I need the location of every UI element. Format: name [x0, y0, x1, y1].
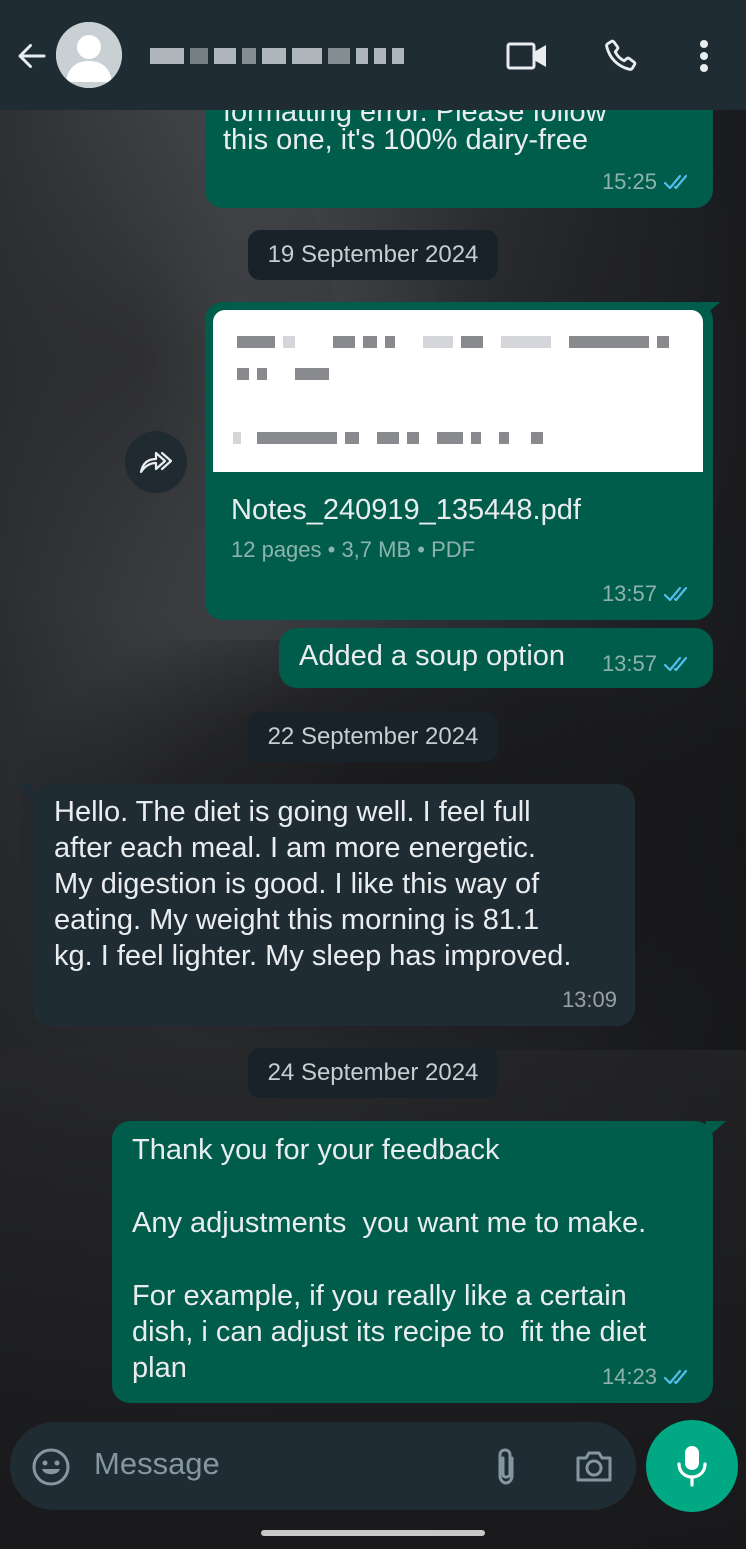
read-receipt-icon — [663, 656, 688, 672]
voice-call-button[interactable] — [598, 34, 642, 78]
default-avatar-icon — [56, 22, 122, 88]
read-receipt-icon — [663, 586, 688, 602]
chat-header — [0, 0, 746, 110]
message-outgoing[interactable]: Thank you for your feedback Any adjustme… — [112, 1121, 713, 1403]
message-input[interactable]: Message — [94, 1446, 220, 1482]
forward-button[interactable] — [125, 431, 187, 493]
message-time: 14:23 — [601, 1364, 657, 1389]
message-line: eating. My weight this morning is 81.1 — [54, 904, 540, 936]
message-outgoing[interactable]: Added a soup option 13:57 — [279, 628, 713, 688]
message-text: this one, it's 100% dairy-free — [223, 124, 588, 156]
message-line: kg. I feel lighter. My sleep has improve… — [54, 940, 572, 972]
message-line: Any adjustments you want me to make. — [132, 1207, 647, 1239]
message-line — [132, 1168, 646, 1205]
message-time: 13:57 — [601, 581, 657, 606]
date-label: 22 September 2024 — [267, 723, 479, 750]
message-composer[interactable]: Message — [10, 1422, 636, 1510]
camera-icon — [576, 1451, 612, 1482]
message-line: My digestion is good. I like this way of — [54, 868, 540, 900]
emoji-button[interactable] — [30, 1446, 72, 1488]
microphone-icon — [677, 1446, 707, 1487]
message-meta: 13:09 — [562, 982, 617, 1018]
document-filename: Notes_240919_135448.pdf — [231, 494, 581, 526]
message-meta: 13:57 — [602, 646, 693, 682]
message-time: 13:57 — [601, 651, 657, 676]
contact-name[interactable] — [150, 40, 470, 72]
avatar[interactable] — [56, 22, 122, 88]
home-indicator[interactable] — [261, 1530, 485, 1536]
message-line: For example, if you really like a certai… — [132, 1280, 627, 1312]
read-receipt-icon — [663, 174, 688, 190]
paperclip-icon — [498, 1448, 514, 1485]
message-line — [132, 1241, 646, 1278]
document-message[interactable]: Notes_240919_135448.pdf 12 pages • 3,7 M… — [205, 302, 713, 620]
message-line: dish, i can adjust its recipe to fit the… — [132, 1316, 647, 1348]
camera-button[interactable] — [574, 1448, 614, 1486]
emoji-icon — [32, 1448, 70, 1486]
date-separator: 24 September 2024 — [248, 1048, 498, 1098]
more-options-button[interactable] — [682, 34, 726, 78]
message-time: 13:09 — [561, 987, 617, 1012]
message-meta: 13:57 — [602, 576, 693, 612]
video-call-icon — [506, 42, 546, 70]
back-button[interactable] — [12, 36, 52, 76]
message-time: 15:25 — [601, 169, 657, 194]
phone-icon — [605, 39, 637, 71]
message-text: Added a soup option — [299, 640, 566, 672]
date-separator: 22 September 2024 — [248, 712, 498, 762]
document-preview[interactable] — [213, 310, 703, 472]
chat-screen: formatting error. Please follow this one… — [0, 0, 746, 1549]
video-call-button[interactable] — [505, 34, 549, 78]
forward-icon — [139, 451, 173, 474]
date-label: 24 September 2024 — [267, 1059, 479, 1086]
arrow-left-icon — [18, 44, 46, 68]
message-line: Thank you for your feedback — [132, 1134, 500, 1166]
message-line: Hello. The diet is going well. I feel fu… — [54, 796, 531, 828]
message-incoming[interactable]: Hello. The diet is going well. I feel fu… — [33, 784, 635, 1026]
document-meta: 12 pages • 3,7 MB • PDF — [231, 537, 476, 562]
voice-message-button[interactable] — [646, 1420, 738, 1512]
attach-button[interactable] — [490, 1446, 522, 1488]
message-meta: 15:25 — [602, 164, 693, 200]
date-separator: 19 September 2024 — [248, 230, 498, 280]
read-receipt-icon — [663, 1369, 688, 1385]
message-line: after each meal. I am more energetic. — [54, 832, 536, 864]
date-label: 19 September 2024 — [267, 241, 479, 268]
message-line: plan — [132, 1352, 187, 1384]
bubble-tail — [14, 784, 34, 802]
message-text: Hello. The diet is going well. I feel fu… — [54, 794, 571, 974]
message-meta: 14:23 — [602, 1359, 693, 1395]
more-vertical-icon — [700, 40, 708, 72]
message-text: Thank you for your feedback Any adjustme… — [132, 1132, 646, 1386]
